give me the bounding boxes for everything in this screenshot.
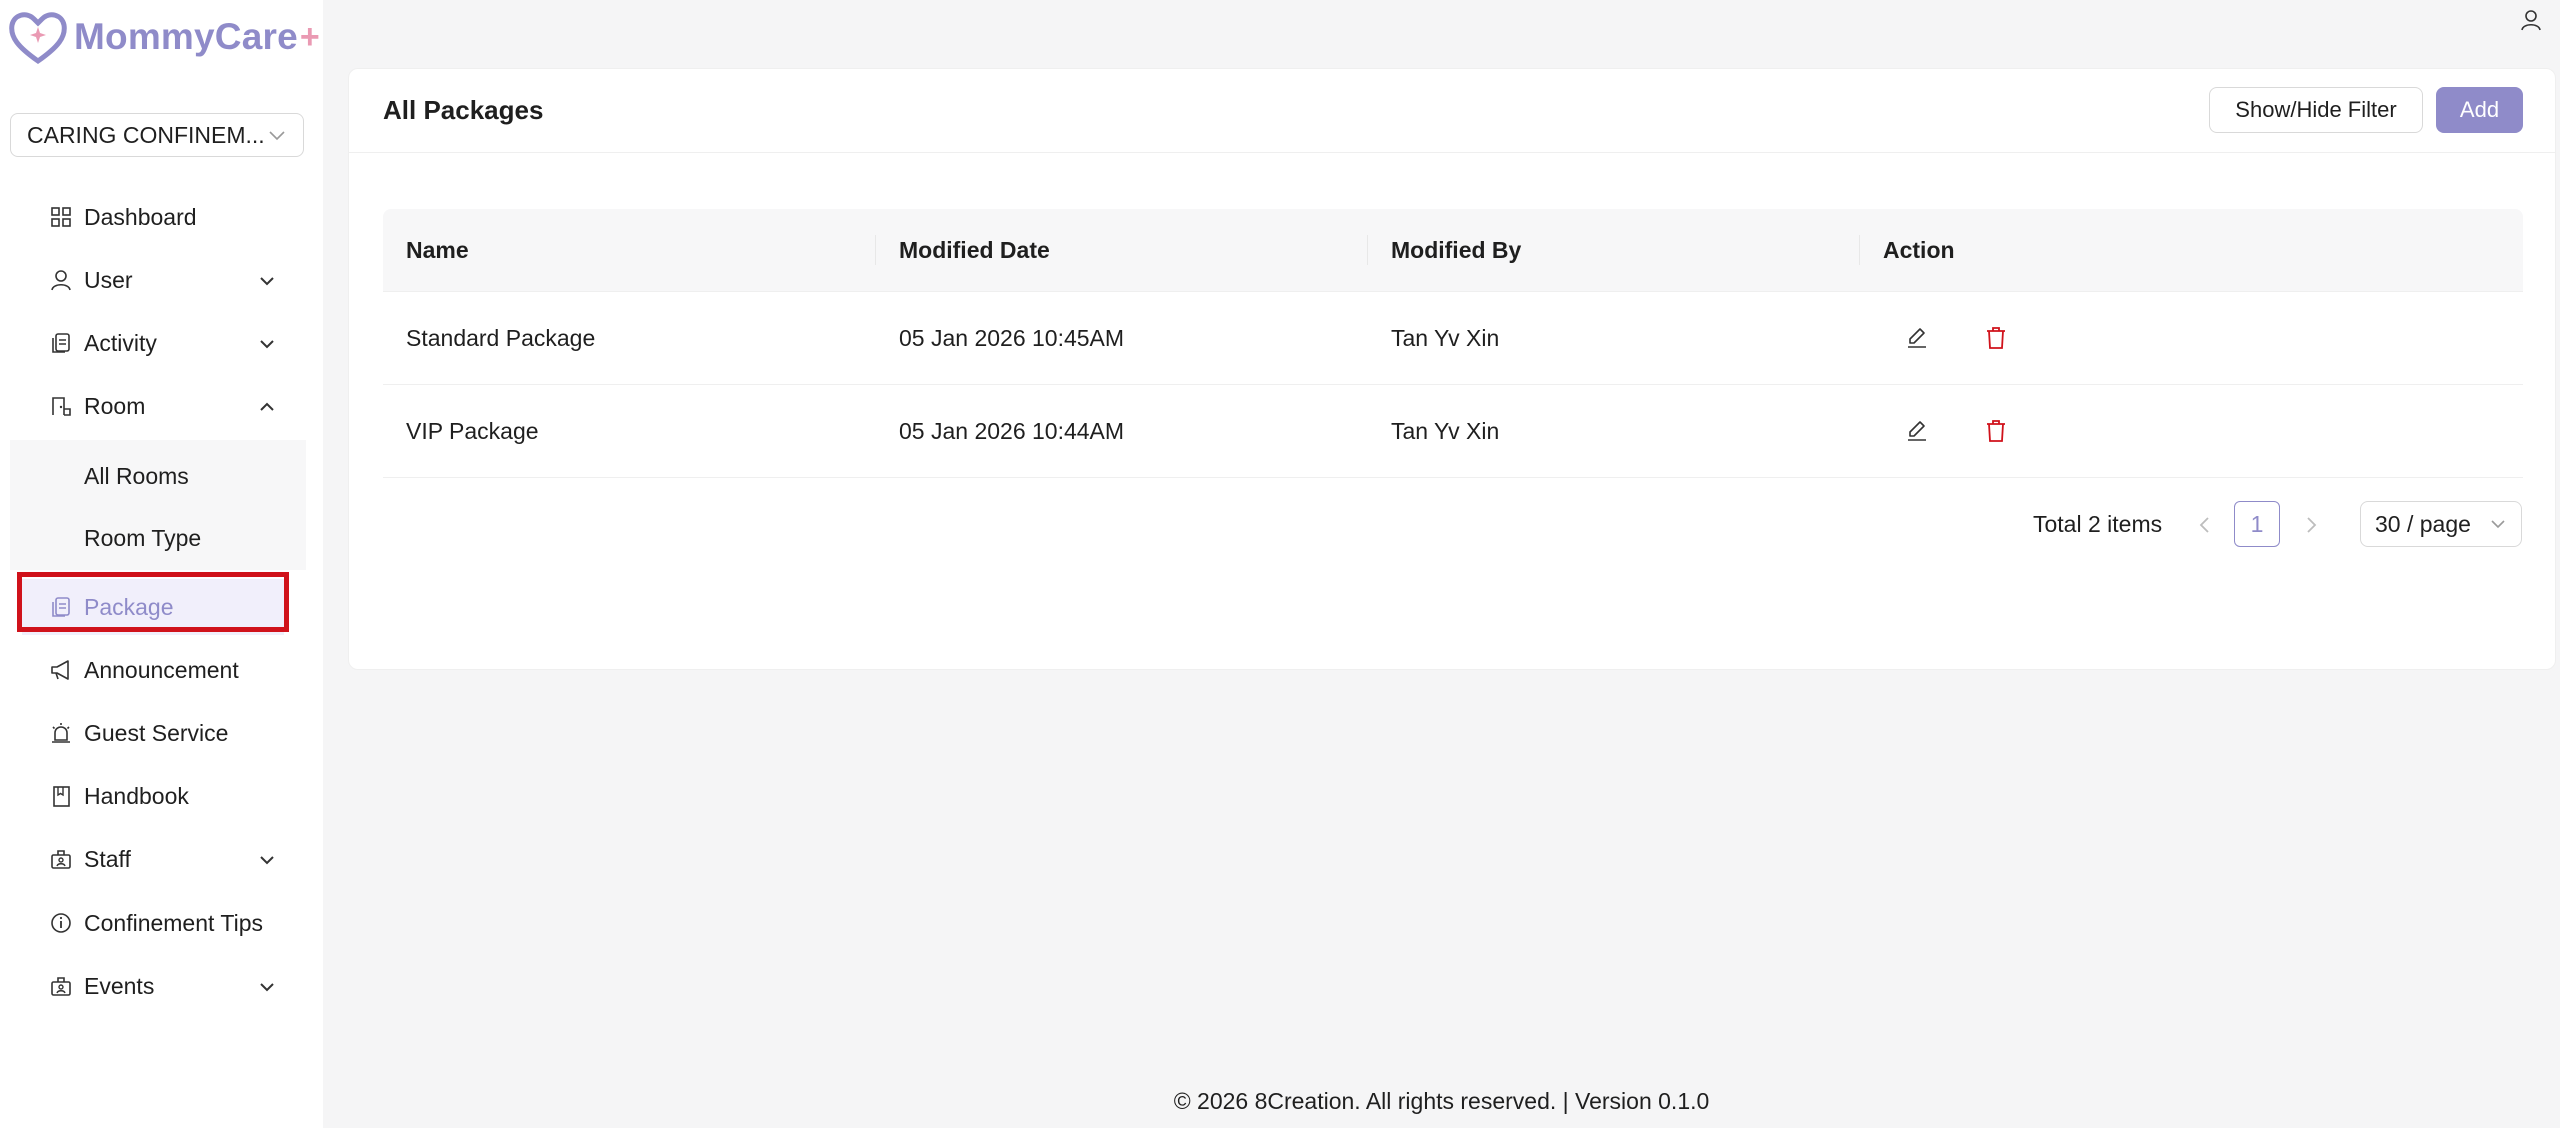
column-divider — [1367, 235, 1368, 265]
megaphone-icon — [51, 660, 69, 680]
room-submenu: All Rooms Room Type — [10, 440, 306, 570]
sidebar-item-label: Confinement Tips — [84, 909, 263, 936]
table-row: Standard Package 05 Jan 2026 10:45AM Tan… — [383, 292, 2523, 385]
cell-modified-date: 05 Jan 2026 10:45AM — [899, 325, 1125, 351]
sidebar-item-staff[interactable]: Staff — [10, 831, 306, 887]
column-header-action: Action — [1883, 237, 1955, 263]
packages-card: All Packages Show/Hide Filter Add Name M… — [348, 68, 2556, 670]
logo: MommyCare + — [8, 6, 320, 68]
cell-modified-date: 05 Jan 2026 10:44AM — [899, 418, 1125, 444]
sidebar-item-package[interactable]: Package — [22, 579, 284, 635]
chevron-down-icon — [260, 277, 274, 286]
alarm-icon — [52, 723, 70, 743]
sidebar-item-events[interactable]: Events — [10, 958, 306, 1014]
sidebar-item-label: Package — [84, 593, 174, 620]
cell-name: VIP Package — [406, 418, 539, 444]
delete-icon[interactable] — [1984, 326, 2008, 350]
column-header-modified-date: Modified Date — [899, 237, 1050, 263]
column-divider — [875, 235, 876, 265]
sidebar-item-all-rooms[interactable]: All Rooms — [84, 456, 189, 496]
sidebar-item-announcement[interactable]: Announcement — [10, 642, 306, 698]
chevron-down-icon — [2491, 520, 2505, 529]
sidebar-item-confinement-tips[interactable]: Confinement Tips — [10, 895, 306, 951]
package-icon — [52, 597, 70, 617]
sidebar-item-label: Handbook — [84, 782, 189, 809]
show-hide-filter-button[interactable]: Show/Hide Filter — [2209, 87, 2423, 133]
edit-icon[interactable] — [1905, 326, 1929, 350]
column-header-modified-by: Modified By — [1391, 237, 1522, 263]
sidebar-item-user[interactable]: User — [10, 252, 306, 308]
chevron-down-icon — [260, 340, 274, 349]
sidebar-item-room[interactable]: Room — [10, 378, 306, 434]
chevron-right-icon[interactable] — [2299, 513, 2323, 537]
chevron-up-icon — [260, 402, 274, 411]
brand-plus: + — [299, 17, 320, 56]
page-size-value: 30 / page — [2375, 510, 2471, 537]
sidebar-item-label: Room — [84, 392, 146, 419]
sidebar-item-label: User — [84, 266, 133, 293]
sidebar-item-dashboard[interactable]: Dashboard — [10, 189, 306, 245]
account-user-icon[interactable] — [2519, 8, 2543, 32]
column-header-name: Name — [406, 237, 469, 263]
dashboard-icon — [51, 207, 71, 227]
chevron-left-icon[interactable] — [2193, 513, 2217, 537]
column-divider — [1859, 235, 1860, 265]
heart-logo-icon — [9, 12, 67, 65]
footer-text: © 2026 8Creation. All rights reserved. |… — [1173, 1088, 1710, 1114]
table-header: Name Modified Date Modified By Action — [383, 209, 2523, 292]
cell-modified-by: Tan Yv Xin — [1391, 418, 1500, 444]
sidebar-item-label: Dashboard — [84, 203, 197, 230]
pagination: Total 2 items 1 30 / page — [349, 501, 2555, 549]
sidebar-item-label: Announcement — [84, 656, 239, 683]
chevron-down-icon — [260, 856, 274, 865]
sidebar-item-label: Activity — [84, 329, 157, 356]
packages-table: Name Modified Date Modified By Action St… — [383, 209, 2523, 478]
events-icon — [51, 977, 71, 996]
table-row: VIP Package 05 Jan 2026 10:44AM Tan Yv X… — [383, 385, 2523, 478]
delete-icon[interactable] — [1984, 419, 2008, 443]
edit-icon[interactable] — [1905, 419, 1929, 443]
sidebar-item-label: Staff — [84, 845, 131, 872]
sidebar-item-activity[interactable]: Activity — [10, 315, 306, 371]
sidebar-item-handbook[interactable]: Handbook — [10, 768, 306, 824]
sidebar-item-room-type[interactable]: Room Type — [84, 518, 201, 558]
chevron-down-icon — [269, 131, 285, 141]
room-icon — [52, 397, 71, 416]
brand-name: MommyCare — [74, 16, 298, 57]
cell-name: Standard Package — [406, 325, 596, 351]
page-number-button[interactable]: 1 — [2234, 501, 2280, 547]
cell-modified-by: Tan Yv Xin — [1391, 325, 1500, 351]
book-icon — [53, 786, 70, 807]
page-size-select[interactable]: 30 / page — [2360, 501, 2522, 547]
sidebar-item-label: Events — [84, 972, 155, 999]
info-icon — [51, 913, 71, 933]
card-header: All Packages Show/Hide Filter Add — [349, 69, 2555, 153]
organization-select-value: CARING CONFINEM... — [27, 121, 265, 148]
user-icon — [51, 270, 71, 291]
organization-select[interactable]: CARING CONFINEM... — [10, 113, 304, 157]
sidebar-item-label: Guest Service — [84, 719, 229, 746]
chevron-down-icon — [260, 983, 274, 992]
activity-icon — [52, 333, 70, 353]
pagination-total: Total 2 items — [2033, 511, 2163, 537]
sidebar: MommyCare + CARING CONFINEM... Dashboard… — [0, 0, 323, 1128]
page-title: All Packages — [383, 95, 544, 125]
sidebar-item-guest-service[interactable]: Guest Service — [10, 705, 306, 761]
staff-icon — [51, 850, 71, 869]
add-button[interactable]: Add — [2436, 87, 2523, 133]
